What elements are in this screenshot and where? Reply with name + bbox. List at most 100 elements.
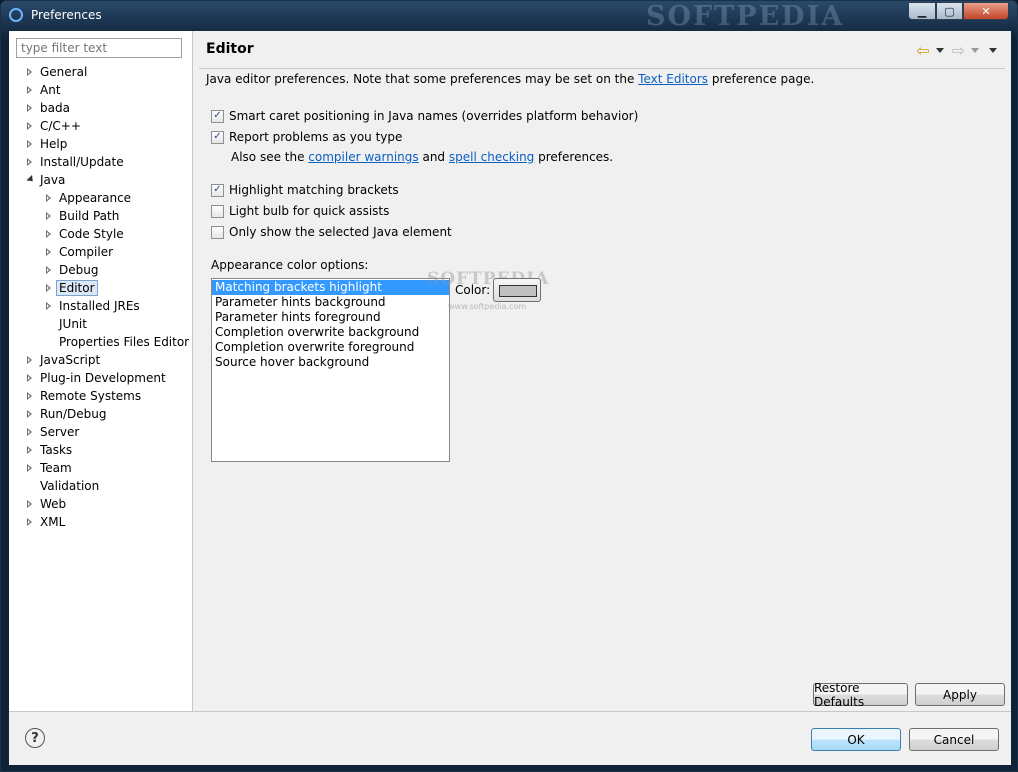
- view-menu-icon[interactable]: [989, 48, 997, 53]
- expand-closed-icon[interactable]: [27, 410, 32, 418]
- smart-caret-label: Smart caret positioning in Java names (o…: [229, 109, 639, 123]
- expand-closed-icon[interactable]: [27, 158, 32, 166]
- color-option-item[interactable]: Parameter hints foreground: [212, 310, 449, 325]
- hint-prefix: Also see the: [231, 150, 309, 164]
- softpedia-url-watermark: www.softpedia.com: [448, 302, 527, 311]
- tree-item-label: XML: [40, 515, 66, 529]
- compiler-warnings-link[interactable]: compiler warnings: [308, 150, 418, 164]
- expand-closed-icon[interactable]: [27, 428, 32, 436]
- tree-item-label: Ant: [40, 83, 61, 97]
- expand-closed-icon[interactable]: [27, 104, 32, 112]
- tree-item-label: Validation: [40, 479, 100, 493]
- apply-button[interactable]: Apply: [915, 683, 1005, 706]
- expand-closed-icon[interactable]: [27, 140, 32, 148]
- also-see-hint: Also see the compiler warnings and spell…: [231, 150, 613, 164]
- tree-item-label: Server: [40, 425, 80, 439]
- tree-item-label: Code Style: [59, 227, 124, 241]
- restore-defaults-button[interactable]: Restore Defaults: [813, 681, 908, 709]
- tree-item-label: Team: [40, 461, 72, 475]
- tree-item-label: C/C++: [40, 119, 81, 133]
- spell-checking-link[interactable]: spell checking: [449, 150, 534, 164]
- expand-closed-icon[interactable]: [46, 248, 51, 256]
- expand-closed-icon[interactable]: [27, 464, 32, 472]
- report-problems-checkbox[interactable]: ✓: [211, 130, 224, 144]
- tree-item-label: Debug: [59, 263, 99, 277]
- softpedia-watermark: SOFTPEDIA: [646, 1, 845, 32]
- tree-item-label: Editor: [56, 280, 98, 296]
- tree-item-label: Appearance: [59, 191, 132, 205]
- expand-closed-icon[interactable]: [46, 266, 51, 274]
- tree-item-label: Plug-in Development: [40, 371, 166, 385]
- expand-closed-icon[interactable]: [46, 230, 51, 238]
- expand-closed-icon[interactable]: [27, 122, 32, 130]
- tree-item-label: Remote Systems: [40, 389, 142, 403]
- cancel-button[interactable]: Cancel: [909, 728, 999, 751]
- maximize-button[interactable]: ▢: [936, 2, 963, 20]
- expand-closed-icon[interactable]: [27, 446, 32, 454]
- title-bar[interactable]: Preferences SOFTPEDIA ▁ ▢ ✕: [1, 1, 1017, 32]
- back-arrow-icon[interactable]: ⇦: [916, 41, 929, 60]
- highlight-brackets-checkbox-row[interactable]: ✓ Highlight matching brackets: [211, 181, 399, 199]
- page-description: Java editor preferences. Note that some …: [206, 72, 814, 86]
- tree-item-label: Java: [40, 173, 66, 187]
- forward-arrow-icon[interactable]: ⇨: [952, 41, 965, 60]
- highlight-brackets-checkbox[interactable]: ✓: [211, 183, 224, 197]
- selected-element-checkbox-row[interactable]: Only show the selected Java element: [211, 223, 452, 241]
- preference-tree-panel: General Ant bada C/C++ Help Install/Update Jav…: [9, 31, 193, 711]
- report-problems-checkbox-row[interactable]: ✓ Report problems as you type: [211, 128, 402, 146]
- page-title: Editor: [206, 41, 254, 57]
- expand-closed-icon[interactable]: [27, 356, 32, 364]
- expand-closed-icon[interactable]: [27, 68, 32, 76]
- expand-open-icon[interactable]: [26, 174, 36, 185]
- color-label: Color:: [455, 283, 491, 297]
- expand-closed-icon[interactable]: [27, 86, 32, 94]
- tree-item-label: bada: [40, 101, 70, 115]
- footer-separator: [9, 711, 1011, 712]
- selected-element-checkbox[interactable]: [211, 225, 224, 239]
- expand-closed-icon[interactable]: [27, 374, 32, 382]
- tree-item-label: JUnit: [59, 317, 87, 331]
- color-option-item[interactable]: Completion overwrite foreground: [212, 340, 449, 355]
- expand-closed-icon[interactable]: [27, 518, 32, 526]
- window-title: Preferences: [31, 8, 102, 22]
- caption-buttons: ▁ ▢ ✕: [908, 2, 1009, 20]
- color-option-item[interactable]: Completion overwrite background: [212, 325, 449, 340]
- color-option-item[interactable]: Source hover background: [212, 355, 449, 370]
- tree-item-label: Help: [40, 137, 68, 151]
- smart-caret-checkbox-row[interactable]: ✓ Smart caret positioning in Java names …: [211, 107, 638, 125]
- expand-closed-icon[interactable]: [46, 212, 51, 220]
- filter-input[interactable]: [16, 38, 182, 58]
- color-option-item[interactable]: Parameter hints background: [212, 295, 449, 310]
- expand-closed-icon[interactable]: [46, 284, 51, 292]
- tree-item-label: Run/Debug: [40, 407, 107, 421]
- color-swatch: [499, 285, 537, 297]
- color-picker-button[interactable]: [493, 278, 541, 302]
- expand-closed-icon[interactable]: [46, 302, 51, 310]
- forward-history-dropdown-icon[interactable]: [971, 48, 979, 53]
- color-option-item[interactable]: Matching brackets highlight: [212, 280, 449, 295]
- smart-caret-checkbox[interactable]: ✓: [211, 109, 224, 123]
- light-bulb-checkbox[interactable]: [211, 204, 224, 218]
- color-options-list[interactable]: Matching brackets highlight Parameter hin…: [211, 278, 450, 462]
- text-editors-link[interactable]: Text Editors: [638, 72, 708, 86]
- description-text: Java editor preferences. Note that some …: [206, 72, 639, 86]
- editor-preference-page: Editor ⇦ ⇨ Java editor preferences. Note…: [193, 31, 1011, 711]
- help-icon[interactable]: ?: [25, 728, 45, 748]
- preferences-window: Preferences SOFTPEDIA ▁ ▢ ✕ General Ant ba…: [0, 0, 1018, 772]
- tree-item-label: General: [40, 65, 88, 79]
- light-bulb-label: Light bulb for quick assists: [229, 204, 390, 218]
- tree-item-label: Tasks: [40, 443, 73, 457]
- back-history-dropdown-icon[interactable]: [935, 48, 944, 53]
- close-button[interactable]: ✕: [963, 2, 1009, 20]
- minimize-button[interactable]: ▁: [908, 2, 936, 20]
- tree-item-label: Build Path: [59, 209, 120, 223]
- expand-closed-icon[interactable]: [46, 194, 51, 202]
- expand-closed-icon[interactable]: [27, 500, 32, 508]
- ok-button[interactable]: OK: [811, 728, 901, 751]
- tree-item-label: Properties Files Editor: [59, 335, 190, 349]
- tree-item-label: Web: [40, 497, 67, 511]
- expand-closed-icon[interactable]: [27, 392, 32, 400]
- eclipse-icon: [9, 8, 23, 22]
- light-bulb-checkbox-row[interactable]: Light bulb for quick assists: [211, 202, 389, 220]
- description-suffix: preference page.: [708, 72, 815, 86]
